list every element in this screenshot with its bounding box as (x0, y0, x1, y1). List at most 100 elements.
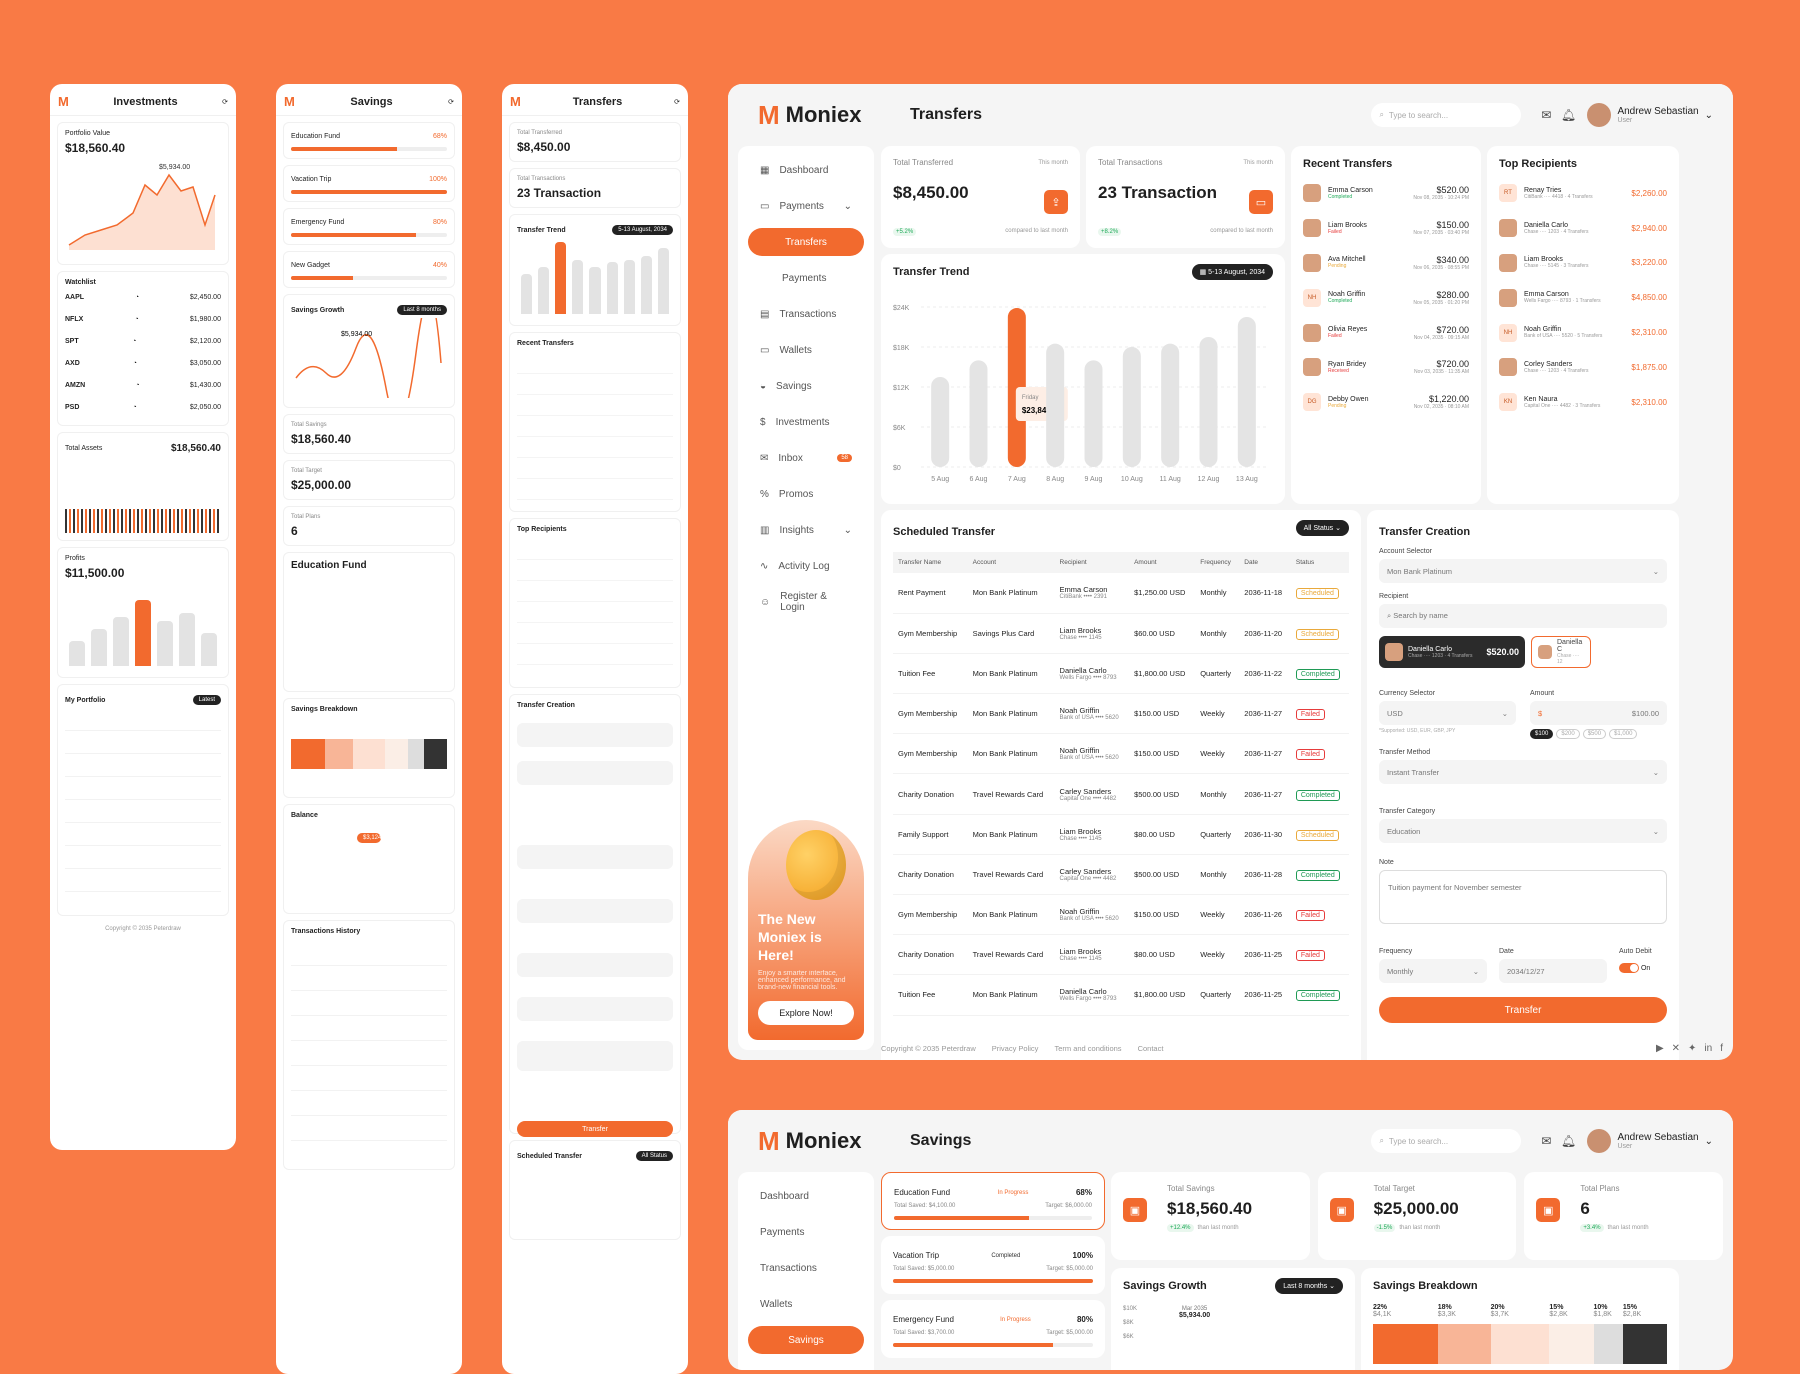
period-dropdown[interactable]: This month (1038, 160, 1068, 166)
sidebar-item-register-login[interactable]: ☺ Register & Login (748, 588, 864, 616)
top-recipient-item[interactable]: Daniella Carlo Chase ···· 1203 · 4 Transf… (1499, 211, 1667, 246)
sidebar-item-savings[interactable]: Savings (748, 1326, 864, 1354)
watchlist-item[interactable]: NFLX ◔ $1,980.00 (65, 308, 221, 330)
table-row[interactable]: Rent Payment Mon Bank Platinum Emma Carson… (893, 573, 1349, 614)
table-row[interactable]: Charity Donation Travel Rewards Card Liam … (893, 934, 1349, 976)
sidebar-item-investments[interactable]: $ Investments (748, 408, 864, 436)
transfer-button[interactable]: Transfer (517, 1121, 673, 1137)
top-recipient-item[interactable]: RT Renay Tries CitiBank ···· 4418 · 4 Tran… (1499, 176, 1667, 211)
note-input[interactable]: Tuition payment for November semester (1379, 870, 1667, 924)
column-header[interactable]: Date (1239, 552, 1291, 573)
column-header[interactable]: Frequency (1195, 552, 1240, 573)
recipient-search[interactable] (517, 761, 673, 785)
date-input[interactable]: 2034/12/27 (1499, 959, 1607, 983)
contact-link[interactable]: Contact (1138, 1044, 1164, 1053)
sidebar-item-insights[interactable]: ▥ Insights ⌄ (748, 516, 864, 544)
bell-icon[interactable]: 🔔︎ (1557, 1130, 1579, 1152)
twitter-icon[interactable]: ✦ (1688, 1043, 1696, 1054)
status-filter[interactable]: All Status (635, 1151, 673, 1161)
refresh-icon[interactable]: ⟳ (674, 98, 680, 106)
search-input[interactable]: ⌕ Type to search... (1371, 1129, 1522, 1153)
period-dropdown[interactable]: This month (1243, 160, 1273, 166)
quick-amount-chip[interactable]: $100 (1530, 729, 1554, 739)
currency-selector[interactable] (517, 845, 673, 869)
sidebar-item-transactions[interactable]: ▤ Transactions (748, 300, 864, 328)
sidebar-item-transactions[interactable]: Transactions (748, 1254, 864, 1282)
table-row[interactable]: Gym Membership Mon Bank Platinum Noah Grif… (893, 733, 1349, 775)
recent-item[interactable]: Ryan Bridey Received $720.00 Nov 03, 2035 ·… (1303, 350, 1469, 385)
sidebar-item-dashboard[interactable]: Dashboard (748, 1182, 864, 1210)
top-recipient-item[interactable]: Corley Sanders Chase ···· 1203 · 4 Transf… (1499, 350, 1667, 385)
refresh-icon[interactable]: ⟳ (222, 98, 228, 106)
bar-13-aug[interactable] (1237, 317, 1256, 467)
youtube-icon[interactable]: ▶ (1656, 1043, 1664, 1054)
table-row[interactable]: Charity Donation Travel Rewards Card Carle… (893, 854, 1349, 896)
column-header[interactable]: Amount (1129, 552, 1196, 573)
bar-11-aug[interactable] (1161, 343, 1180, 467)
sidebar-item-payments[interactable]: Payments (748, 264, 864, 292)
quick-amount-chip[interactable]: $500 (1582, 729, 1607, 739)
facebook-icon[interactable]: f (1720, 1043, 1723, 1054)
column-header[interactable]: Recipient (1054, 552, 1130, 573)
watchlist-item[interactable]: AAPL ◔ $2,450.00 (65, 286, 221, 308)
search-input[interactable]: ⌕ Type to search... (1371, 103, 1522, 127)
account-selector[interactable]: Mon Bank Platinum ⌄ (1379, 559, 1667, 583)
recent-item[interactable]: NH Noah Griffin Completed $280.00 Nov 05, 20… (1303, 280, 1469, 315)
column-header[interactable]: Status (1290, 552, 1349, 573)
sidebar-item-transfers[interactable]: Transfers (748, 228, 864, 256)
table-row[interactable]: Family Support Mon Bank Platinum Liam Broo… (893, 814, 1349, 855)
method-selector[interactable] (517, 953, 673, 977)
recent-item[interactable]: Olivia Reyes Failed $720.00 Nov 04, 2035 · … (1303, 315, 1469, 350)
top-recipient-item[interactable]: Emma Carson Wells Fargo ···· 8793 · 1 Tra… (1499, 280, 1667, 315)
table-row[interactable]: Tuition Fee Mon Bank Platinum Daniella Car… (893, 974, 1349, 1016)
quick-amount-chip[interactable]: $200 (1556, 729, 1580, 739)
autodebit-toggle[interactable] (1619, 963, 1639, 973)
table-row[interactable]: Gym Membership Mon Bank Platinum Noah Grif… (893, 894, 1349, 936)
bar-6-aug[interactable] (969, 360, 988, 467)
goal-card[interactable]: Vacation Trip 100% (283, 165, 455, 202)
sidebar-item-wallets[interactable]: ▭ Wallets (748, 336, 864, 364)
currency-selector[interactable]: USD ⌄ (1379, 701, 1516, 725)
watchlist-item[interactable]: AXD ◔ $3,050.00 (65, 352, 221, 374)
note-input[interactable] (517, 1041, 673, 1071)
goal-card[interactable]: Vacation Trip Completed 100% Total Saved: $… (881, 1236, 1105, 1294)
user-menu[interactable]: Andrew Sebastian User ⌄ (1587, 1129, 1713, 1153)
sidebar-item-wallets[interactable]: Wallets (748, 1290, 864, 1318)
goal-card[interactable]: Education Fund 68% (283, 122, 455, 159)
refresh-icon[interactable]: ⟳ (448, 98, 454, 106)
top-recipient-item[interactable]: KN Ken Naura Capital One ···· 4482 · 3 Tra… (1499, 385, 1667, 420)
message-icon[interactable]: ✉ (1535, 104, 1557, 126)
bar-12-aug[interactable] (1199, 337, 1218, 467)
sidebar-item-payments[interactable]: Payments (748, 1218, 864, 1246)
recent-item[interactable]: Emma Carson Completed $520.00 Nov 08, 2035 … (1303, 176, 1469, 211)
privacy-link[interactable]: Privacy Policy (992, 1044, 1039, 1053)
sidebar-item-inbox[interactable]: ✉ Inbox 58 (748, 444, 864, 472)
bar-10-aug[interactable] (1122, 347, 1141, 467)
column-header[interactable]: Account (967, 552, 1055, 573)
watchlist-item[interactable]: AMZN ◔ $1,430.00 (65, 374, 221, 396)
table-row[interactable]: Gym Membership Savings Plus Card Liam Broo… (893, 613, 1349, 654)
frequency-selector[interactable]: Monthly ⌄ (1379, 959, 1487, 983)
sidebar-item-savings[interactable]: ◒ Savings (748, 372, 864, 400)
terms-link[interactable]: Term and conditions (1054, 1044, 1121, 1053)
recipient-option[interactable]: Daniella C Chase ···· 12 (1531, 636, 1591, 668)
user-menu[interactable]: Andrew Sebastian User ⌄ (1587, 103, 1713, 127)
recipient-search[interactable]: ⌕ Search by name (1379, 604, 1667, 628)
quick-amount-chip[interactable]: $1,000 (1609, 729, 1638, 739)
bar-5-aug[interactable] (931, 377, 950, 467)
column-header[interactable]: Transfer Name (893, 552, 968, 573)
recent-item[interactable]: Liam Brooks Failed $150.00 Nov 07, 2035 · 0… (1303, 211, 1469, 246)
bar-8-aug[interactable] (1046, 343, 1065, 467)
table-row[interactable]: Gym Membership Mon Bank Platinum Noah Grif… (893, 693, 1349, 735)
explore-button[interactable]: Explore Now! (758, 1001, 854, 1025)
amount-input[interactable] (517, 899, 673, 923)
sidebar-item-activity-log[interactable]: ∿ Activity Log (748, 552, 864, 580)
sidebar-item-promos[interactable]: % Promos (748, 480, 864, 508)
amount-input[interactable]: $ $100.00 (1530, 701, 1667, 725)
status-filter[interactable]: All Status ⌄ (1295, 520, 1349, 536)
goal-card[interactable]: Emergency Fund In Progress 80% Total Saved:… (881, 1300, 1105, 1358)
selected-recipient[interactable]: Daniella Carlo Chase ···· 1203 · 4 Transf… (1379, 636, 1525, 668)
table-row[interactable]: Charity Donation Travel Rewards Card Carle… (893, 773, 1349, 815)
date-range-button[interactable]: ▦ 5-13 August, 2034 (1191, 264, 1273, 280)
recent-item[interactable]: DG Debby Owen Pending $1,220.00 Nov 02, 2035… (1303, 385, 1469, 420)
